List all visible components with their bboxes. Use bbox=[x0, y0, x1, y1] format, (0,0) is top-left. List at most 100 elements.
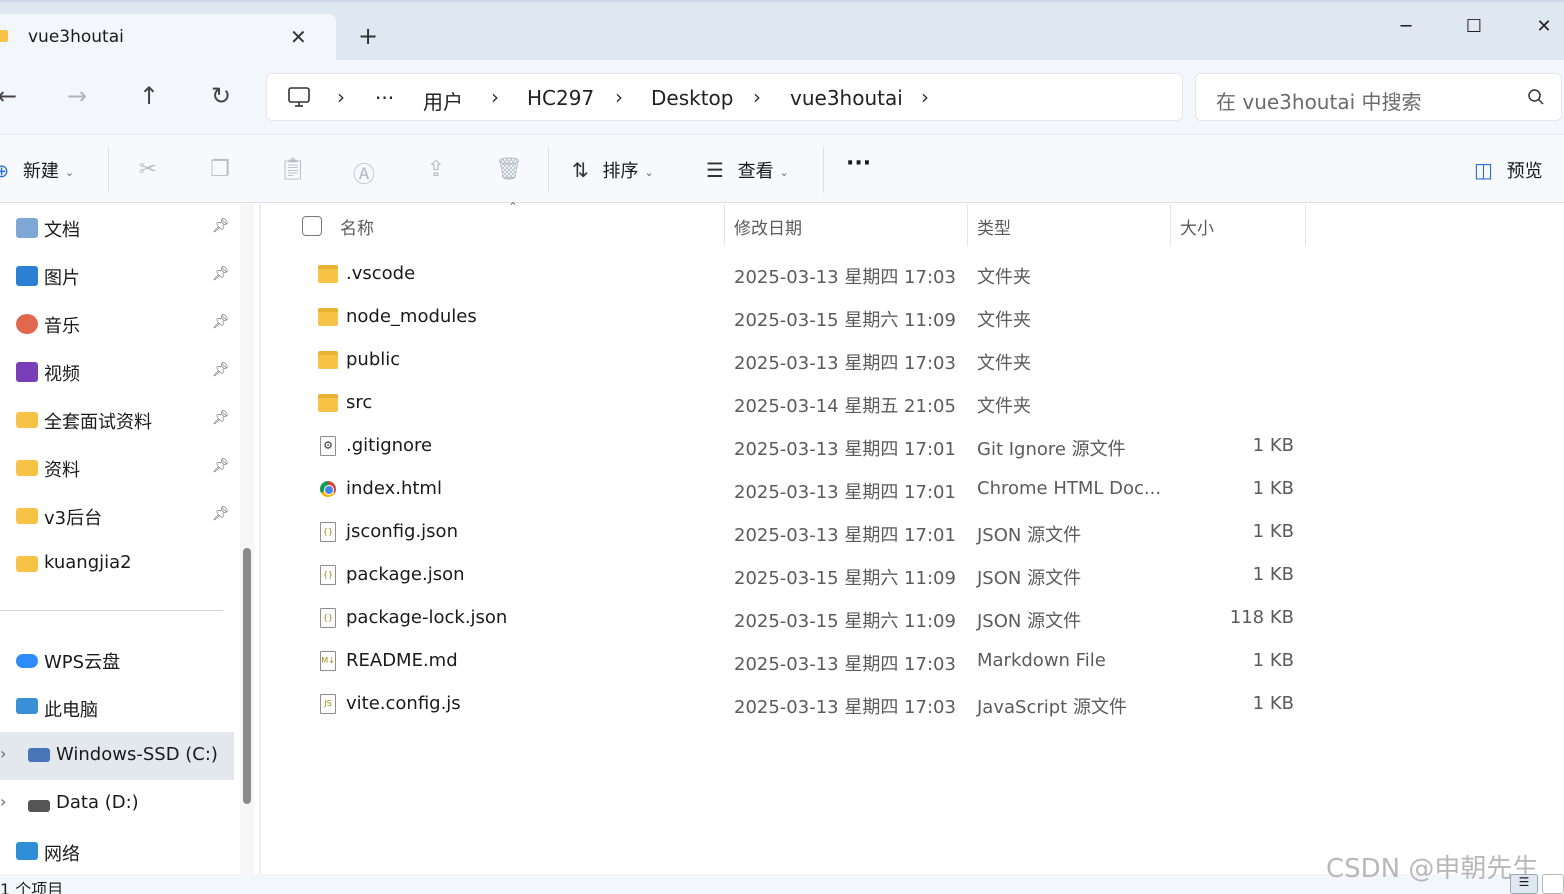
tab-vue3houtai[interactable]: vue3houtai ✕ bbox=[0, 14, 336, 62]
select-all-checkbox[interactable] bbox=[302, 216, 322, 236]
sidebar-item-this-pc[interactable]: 此电脑 bbox=[0, 684, 234, 732]
file-name: README.md bbox=[346, 650, 458, 671]
file-row[interactable]: public 2025-03-13 星期四 17:03 文件夹 bbox=[262, 339, 1564, 382]
chevron-right-icon[interactable]: › bbox=[0, 792, 6, 811]
breadcrumb-hc297[interactable]: HC297 bbox=[527, 86, 594, 110]
file-type: JavaScript 源文件 bbox=[977, 697, 1127, 718]
chevron-right-icon[interactable]: › bbox=[0, 744, 6, 763]
address-overflow[interactable]: ··· bbox=[375, 86, 394, 110]
more-options-button[interactable]: ··· bbox=[846, 151, 871, 176]
column-header-type[interactable]: 类型 bbox=[977, 214, 1011, 239]
close-tab-button[interactable]: ✕ bbox=[290, 25, 307, 49]
sidebar-item-data-drive[interactable]: › Data (D:) bbox=[0, 780, 234, 828]
file-row[interactable]: {} package-lock.json 2025-03-15 星期六 11:09 J… bbox=[262, 597, 1564, 640]
file-row[interactable]: {} jsconfig.json 2025-03-13 星期四 17:01 JSON … bbox=[262, 511, 1564, 554]
column-divider[interactable] bbox=[1305, 204, 1306, 246]
back-button[interactable]: ← bbox=[0, 82, 22, 110]
tab-title: vue3houtai bbox=[28, 27, 124, 47]
tiles-view-button[interactable] bbox=[1542, 874, 1564, 894]
breadcrumb-vue3houtai[interactable]: vue3houtai bbox=[790, 86, 903, 110]
search-input[interactable]: 在 vue3houtai 中搜索 bbox=[1195, 73, 1562, 121]
sidebar-item-materials[interactable]: 资料 📌︎ bbox=[0, 444, 234, 492]
sidebar-item-videos[interactable]: 视频 📌︎ bbox=[0, 348, 234, 396]
chevron-down-icon: ⌄ bbox=[644, 165, 654, 179]
sidebar-item-label: 文档 bbox=[44, 220, 80, 241]
command-bar: ⊕ 新建 ⌄ ✂ ❐ 📋︎ Ⓐ ⇪ 🗑︎ ⇅ 排序 ⌄ ☰ 查看 ⌄ ··· ◫ 预览 bbox=[0, 134, 1564, 203]
file-type: JSON 源文件 bbox=[977, 568, 1082, 589]
column-header-name[interactable]: 名称 bbox=[340, 214, 374, 239]
cloud-icon bbox=[16, 654, 38, 668]
column-divider[interactable] bbox=[1170, 204, 1171, 246]
sidebar-item-music[interactable]: 音乐 📌︎ bbox=[0, 300, 234, 348]
file-row[interactable]: .vscode 2025-03-13 星期四 17:03 文件夹 bbox=[262, 253, 1564, 296]
chevron-down-icon: ⌄ bbox=[779, 165, 789, 179]
close-window-button[interactable]: ✕ bbox=[1524, 12, 1564, 42]
sidebar-item-v3-backend[interactable]: v3后台 📌︎ bbox=[0, 492, 234, 540]
delete-icon[interactable]: 🗑︎ bbox=[495, 157, 523, 182]
column-header-row: 名称 ⌃ 修改日期 类型 大小 bbox=[262, 200, 1564, 248]
file-row[interactable]: M↓ README.md 2025-03-13 星期四 17:03 Markdown … bbox=[262, 640, 1564, 683]
sort-button[interactable]: ⇅ 排序 ⌄ bbox=[572, 157, 654, 183]
file-name: package.json bbox=[346, 564, 465, 585]
chevron-down-icon: ⌄ bbox=[64, 165, 75, 179]
sidebar-item-label: 此电脑 bbox=[44, 700, 98, 721]
file-row[interactable]: {} package.json 2025-03-15 星期六 11:09 JSON 源… bbox=[262, 554, 1564, 597]
sidebar-item-network[interactable]: 网络 bbox=[0, 828, 234, 876]
breadcrumb-desktop[interactable]: Desktop bbox=[651, 86, 733, 110]
sidebar-item-kuangjia2[interactable]: kuangjia2 bbox=[0, 540, 234, 588]
refresh-button[interactable]: ↻ bbox=[206, 82, 236, 110]
column-divider[interactable] bbox=[724, 204, 725, 246]
view-button[interactable]: ☰ 查看 ⌄ bbox=[706, 157, 789, 183]
breadcrumb-users[interactable]: 用户 bbox=[423, 86, 463, 115]
file-row[interactable]: ⚙ .gitignore 2025-03-13 星期四 17:01 Git Ignor… bbox=[262, 425, 1564, 468]
pin-icon[interactable]: 📌︎ bbox=[212, 458, 230, 474]
up-button[interactable]: ↑ bbox=[134, 82, 164, 110]
file-row[interactable]: src 2025-03-14 星期五 21:05 文件夹 bbox=[262, 382, 1564, 425]
file-size: 118 KB bbox=[1229, 607, 1294, 628]
watermark-text: CSDN @申朝先生 bbox=[1326, 854, 1539, 884]
column-header-date[interactable]: 修改日期 bbox=[734, 214, 802, 239]
pane-divider[interactable] bbox=[259, 204, 261, 874]
rename-icon[interactable]: Ⓐ bbox=[351, 157, 377, 189]
pin-icon[interactable]: 📌︎ bbox=[212, 410, 230, 426]
sidebar-scrollbar-thumb[interactable] bbox=[243, 548, 251, 804]
sidebar-item-interview-materials[interactable]: 全套面试资料 📌︎ bbox=[0, 396, 234, 444]
sidebar-item-documents[interactable]: 文档 📌︎ bbox=[0, 204, 234, 252]
sort-label: 排序 bbox=[602, 161, 639, 182]
address-bar[interactable]: › ··· 用户 › HC297 › Desktop › vue3houtai … bbox=[266, 73, 1183, 121]
sidebar-item-label: WPS云盘 bbox=[44, 652, 121, 673]
sidebar-item-windows-ssd[interactable]: › Windows-SSD (C:) bbox=[0, 732, 234, 780]
file-row[interactable]: index.html 2025-03-13 星期四 17:01 Chrome HTM… bbox=[262, 468, 1564, 511]
pin-icon[interactable]: 📌︎ bbox=[212, 266, 230, 282]
network-icon bbox=[16, 842, 38, 860]
pin-icon[interactable]: 📌︎ bbox=[212, 218, 230, 234]
preview-button[interactable]: ◫ 预览 bbox=[1474, 157, 1543, 183]
file-row[interactable]: node_modules 2025-03-15 星期六 11:09 文件夹 bbox=[262, 296, 1564, 339]
pin-icon[interactable]: 📌︎ bbox=[212, 314, 230, 330]
file-row[interactable]: JS vite.config.js 2025-03-13 星期四 17:03 Java… bbox=[262, 683, 1564, 726]
sidebar-item-pictures[interactable]: 图片 📌︎ bbox=[0, 252, 234, 300]
minimize-button[interactable]: ─ bbox=[1386, 12, 1426, 42]
file-name: public bbox=[346, 349, 401, 370]
file-size: 1 KB bbox=[1252, 693, 1294, 714]
file-type: 文件夹 bbox=[977, 353, 1031, 374]
copy-icon[interactable]: ❐ bbox=[207, 157, 233, 182]
paste-icon[interactable]: 📋︎ bbox=[279, 157, 307, 182]
new-tab-button[interactable]: + bbox=[358, 24, 378, 48]
sidebar-item-label: Data (D:) bbox=[56, 792, 139, 813]
pin-icon[interactable]: 📌︎ bbox=[212, 506, 230, 522]
maximize-button[interactable]: ☐ bbox=[1454, 12, 1494, 42]
share-icon[interactable]: ⇪ bbox=[423, 157, 449, 182]
new-button[interactable]: ⊕ 新建 ⌄ bbox=[0, 157, 74, 183]
column-divider[interactable] bbox=[967, 204, 968, 246]
cut-icon[interactable]: ✂ bbox=[135, 157, 161, 182]
file-name: node_modules bbox=[346, 306, 477, 327]
file-modified-date: 2025-03-13 星期四 17:01 bbox=[734, 439, 956, 460]
column-header-size[interactable]: 大小 bbox=[1180, 214, 1214, 239]
sidebar-item-wps-cloud[interactable]: WPS云盘 bbox=[0, 636, 234, 684]
folder-icon bbox=[318, 351, 338, 369]
details-view-button[interactable]: ☰ bbox=[1510, 874, 1538, 894]
pin-icon[interactable]: 📌︎ bbox=[212, 362, 230, 378]
forward-button[interactable]: → bbox=[62, 82, 92, 110]
computer-icon bbox=[16, 698, 38, 714]
